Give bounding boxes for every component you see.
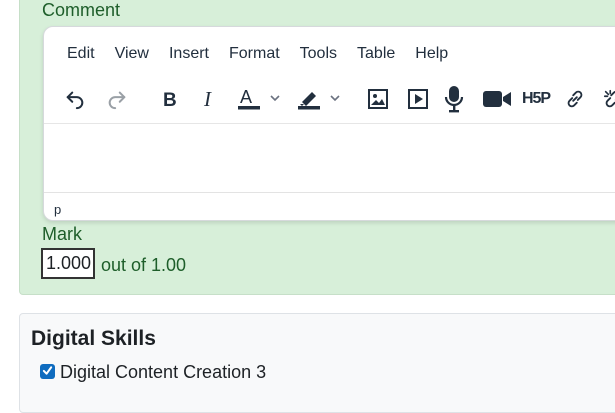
- svg-text:B: B: [163, 90, 177, 109]
- svg-text:I: I: [203, 89, 212, 109]
- editor-toolbar: B I A H5P: [44, 82, 615, 116]
- undo-button[interactable]: [58, 82, 92, 116]
- editor-statusbar: p: [44, 192, 615, 220]
- link-icon: [564, 88, 586, 110]
- bold-button[interactable]: B: [153, 82, 187, 116]
- menu-tools[interactable]: Tools: [290, 43, 347, 65]
- text-color-icon: A: [234, 86, 282, 112]
- unlink-button[interactable]: [596, 82, 615, 116]
- image-button[interactable]: [361, 82, 395, 116]
- skills-title: Digital Skills: [31, 327, 156, 350]
- comment-editor: Edit View Insert Format Tools Table Help…: [43, 26, 615, 221]
- svg-text:A: A: [240, 87, 252, 107]
- italic-button[interactable]: I: [192, 82, 226, 116]
- record-audio-icon: [443, 85, 465, 113]
- media-icon: [407, 88, 429, 110]
- menu-table[interactable]: Table: [347, 43, 405, 65]
- checkmark-icon: [42, 363, 53, 381]
- editor-content-area[interactable]: [44, 125, 615, 191]
- italic-icon: I: [199, 89, 219, 109]
- bold-icon: B: [160, 89, 180, 109]
- record-video-icon: [482, 89, 512, 109]
- skill-checkbox[interactable]: [40, 364, 55, 379]
- undo-icon: [64, 88, 86, 110]
- media-button[interactable]: [401, 82, 435, 116]
- menu-view[interactable]: View: [105, 43, 159, 65]
- skill-label[interactable]: Digital Content Creation 3: [60, 362, 266, 383]
- highlight-color-icon: [294, 86, 342, 112]
- highlight-color-button[interactable]: [292, 82, 344, 116]
- menu-insert[interactable]: Insert: [159, 43, 219, 65]
- out-of-text: out of 1.00: [101, 255, 187, 275]
- menu-edit[interactable]: Edit: [44, 43, 105, 65]
- redo-button[interactable]: [100, 82, 134, 116]
- mark-input[interactable]: [41, 248, 95, 279]
- comment-label: Comment: [42, 0, 121, 20]
- toolbar-divider: [44, 123, 615, 124]
- editor-menubar: Edit View Insert Format Tools Table Help: [44, 43, 458, 65]
- text-color-button[interactable]: A: [232, 82, 284, 116]
- record-video-button[interactable]: [480, 82, 514, 116]
- h5p-button[interactable]: H5P: [519, 82, 553, 116]
- image-icon: [367, 88, 389, 110]
- unlink-icon: [602, 88, 615, 110]
- link-button[interactable]: [558, 82, 592, 116]
- redo-icon: [106, 88, 128, 110]
- menu-help[interactable]: Help: [405, 43, 458, 65]
- mark-label: Mark: [42, 224, 82, 244]
- h5p-icon: H5P: [521, 90, 551, 107]
- element-path[interactable]: p: [54, 202, 61, 217]
- record-audio-button[interactable]: [437, 82, 471, 116]
- menu-format[interactable]: Format: [219, 43, 290, 65]
